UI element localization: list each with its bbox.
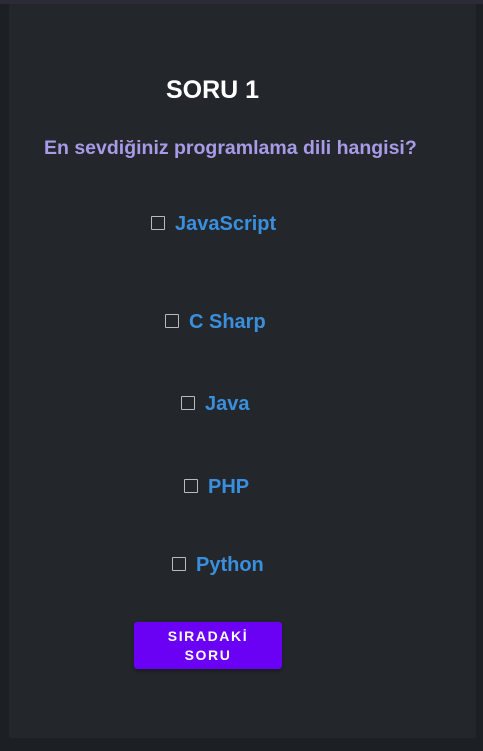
checkbox-icon[interactable] <box>184 478 198 493</box>
option-label: PHP <box>208 476 250 498</box>
option-python[interactable]: Python <box>172 552 264 578</box>
question-text: En sevdiğiniz programlama dili hangisi? <box>44 137 417 159</box>
option-label: Java <box>205 393 250 415</box>
checkbox-icon[interactable] <box>165 313 179 328</box>
option-php[interactable]: PHP <box>184 474 249 500</box>
question-number-title: SORU 1 <box>166 76 260 104</box>
option-java[interactable]: Java <box>181 391 250 417</box>
checkbox-icon[interactable] <box>181 395 195 410</box>
next-button-label-line1: SIRADAKİ <box>167 627 249 644</box>
option-javascript[interactable]: JavaScript <box>151 211 276 237</box>
option-label: Python <box>196 554 264 576</box>
next-question-button[interactable]: SIRADAKİ SORU <box>134 622 282 669</box>
option-label: JavaScript <box>175 213 277 235</box>
next-button-label-line2: SORU <box>184 646 232 663</box>
checkbox-icon[interactable] <box>172 556 186 571</box>
option-csharp[interactable]: C Sharp <box>165 309 266 335</box>
option-label: C Sharp <box>189 311 266 333</box>
checkbox-icon[interactable] <box>151 215 165 230</box>
